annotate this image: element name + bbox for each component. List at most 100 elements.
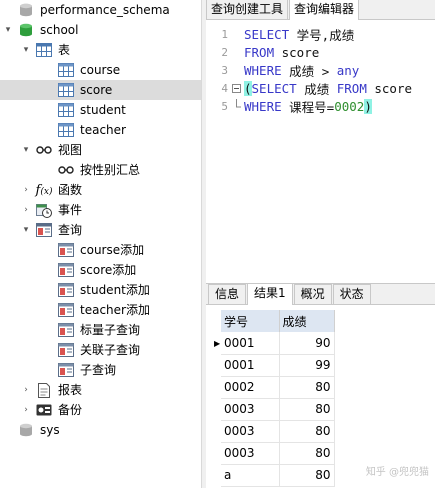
tab-info[interactable]: 信息 xyxy=(208,284,247,304)
column-header[interactable]: 成绩 xyxy=(279,310,335,332)
table-row[interactable]: 0003 80 xyxy=(214,398,335,421)
result-tabbar: 信息 结果1 概况 状态 xyxy=(206,283,435,305)
tree-item-query[interactable]: 标量子查询 xyxy=(0,320,201,340)
tree-item-label: course xyxy=(80,63,121,77)
chevron-right-icon[interactable]: › xyxy=(20,380,32,400)
query-group-icon xyxy=(36,222,52,238)
table-cell[interactable]: 80 xyxy=(279,464,335,487)
tree-item-label: sys xyxy=(40,423,60,437)
fold-collapse-icon[interactable] xyxy=(228,83,244,93)
tree-item-view[interactable]: 按性别汇总 xyxy=(0,160,201,180)
editor-line: 4 (SELECT 成绩 FROM score xyxy=(206,79,435,97)
table-row[interactable]: 0001 99 xyxy=(214,354,335,377)
query-icon xyxy=(58,342,74,358)
line-number: 2 xyxy=(221,45,228,59)
sql-editor[interactable]: 1 SELECT 学号,成绩 2 FROM score 3 WHERE 成绩 >… xyxy=(206,21,435,283)
sql-text: 成绩 > xyxy=(281,63,337,79)
query-icon xyxy=(58,362,74,378)
editor-line: 3 WHERE 成绩 > any xyxy=(206,61,435,79)
tree-item-query[interactable]: teacher添加 xyxy=(0,300,201,320)
table-cell[interactable]: 0001 xyxy=(221,354,280,377)
table-icon xyxy=(58,102,74,118)
tree-group-tables[interactable]: ▾ 表 xyxy=(0,40,201,60)
query-icon xyxy=(58,242,74,258)
tree-item-school[interactable]: ▾ school xyxy=(0,20,201,40)
tab-query-builder[interactable]: 查询创建工具 xyxy=(206,0,289,19)
table-cell[interactable]: 0003 xyxy=(221,420,280,443)
column-header[interactable]: 学号 xyxy=(221,310,280,332)
tree-item-query[interactable]: 关联子查询 xyxy=(0,340,201,360)
tree-group-events[interactable]: › 事件 xyxy=(0,200,201,220)
backup-icon xyxy=(36,402,52,418)
table-cell[interactable]: 0002 xyxy=(221,376,280,399)
table-cell[interactable]: 99 xyxy=(279,354,335,377)
table-row[interactable]: 0003 80 xyxy=(214,420,335,443)
tree-item-query[interactable]: 子查询 xyxy=(0,360,201,380)
table-icon xyxy=(58,62,74,78)
table-cell[interactable]: 0003 xyxy=(221,442,280,465)
tree-group-views[interactable]: ▾ 视图 xyxy=(0,140,201,160)
tree-group-queries[interactable]: ▾ 查询 xyxy=(0,220,201,240)
tab-status[interactable]: 状态 xyxy=(332,284,371,304)
table-row[interactable]: 0002 80 xyxy=(214,376,335,399)
line-number: 1 xyxy=(221,27,228,41)
chevron-down-icon[interactable]: ▾ xyxy=(20,220,32,240)
query-icon xyxy=(58,262,74,278)
tree-item-label: 子查询 xyxy=(80,363,117,377)
tree-item-label: student xyxy=(80,103,126,117)
table-cell[interactable]: 90 xyxy=(279,332,335,355)
table-cell[interactable]: a xyxy=(221,464,280,487)
tree-item-query[interactable]: student添加 xyxy=(0,280,201,300)
chevron-right-icon[interactable]: › xyxy=(20,400,32,420)
chevron-right-icon[interactable]: › xyxy=(20,180,32,200)
sql-keyword: FROM xyxy=(336,80,367,96)
table-group-icon xyxy=(36,42,52,58)
table-row[interactable]: a 80 xyxy=(214,464,335,487)
tab-query-editor[interactable]: 查询编辑器 xyxy=(289,0,360,20)
tree-item-table-student[interactable]: student xyxy=(0,100,201,120)
tree-group-label: 备份 xyxy=(58,403,83,417)
sql-keyword: WHERE xyxy=(244,98,282,114)
tree-group-functions[interactable]: › f(x) 函数 xyxy=(0,180,201,200)
tree-item-label: teacher添加 xyxy=(80,303,150,317)
tree-group-label: 视图 xyxy=(58,143,83,157)
chevron-down-icon[interactable]: ▾ xyxy=(20,140,32,160)
tree-item-label: course添加 xyxy=(80,243,145,257)
tree-item-query[interactable]: course添加 xyxy=(0,240,201,260)
tree-item-sys[interactable]: sys xyxy=(0,420,201,440)
table-row[interactable]: ▶ 0001 90 xyxy=(214,332,335,355)
table-cell[interactable]: 0003 xyxy=(221,398,280,421)
tree-item-label: student添加 xyxy=(80,283,150,297)
tree-item-table-course[interactable]: course xyxy=(0,60,201,80)
tree-item-label: score添加 xyxy=(80,263,137,277)
chevron-down-icon[interactable]: ▾ xyxy=(2,20,14,40)
tree-item-performance-schema[interactable]: performance_schema xyxy=(0,0,201,20)
tree-item-label: 关联子查询 xyxy=(80,343,141,357)
tab-profile[interactable]: 概况 xyxy=(293,284,332,304)
query-icon xyxy=(58,322,74,338)
table-cell[interactable]: 0001 xyxy=(221,332,280,355)
result-grid[interactable]: 学号 成绩 ▶ 0001 90 0001 99 0002 80 0003 80 … xyxy=(206,306,435,488)
table-cell[interactable]: 80 xyxy=(279,442,335,465)
function-icon: f(x) xyxy=(35,182,53,198)
watermark: 知乎 @兜兜猫 xyxy=(365,467,429,478)
table-cell[interactable]: 80 xyxy=(279,376,335,399)
tree-item-query[interactable]: score添加 xyxy=(0,260,201,280)
table-cell[interactable]: 80 xyxy=(279,420,335,443)
sql-text: 学号,成绩 xyxy=(289,27,355,43)
chevron-down-icon[interactable]: ▾ xyxy=(20,40,32,60)
table-cell[interactable]: 80 xyxy=(279,398,335,421)
sql-keyword: FROM xyxy=(244,44,275,60)
editor-tabbar: 查询创建工具 查询编辑器 xyxy=(206,0,435,20)
line-number: 4 xyxy=(221,81,228,95)
tab-result1[interactable]: 结果1 xyxy=(247,283,293,305)
database-icon xyxy=(18,22,34,38)
tree-item-table-teacher[interactable]: teacher xyxy=(0,120,201,140)
table-row[interactable]: 0003 80 xyxy=(214,442,335,465)
tree-group-backups[interactable]: › 备份 xyxy=(0,400,201,420)
tree-group-reports[interactable]: › 报表 xyxy=(0,380,201,400)
chevron-right-icon[interactable]: › xyxy=(20,200,32,220)
tree-item-table-score[interactable]: score xyxy=(0,80,201,100)
row-gutter-header xyxy=(214,310,221,332)
sql-number: 0002 xyxy=(334,98,365,114)
